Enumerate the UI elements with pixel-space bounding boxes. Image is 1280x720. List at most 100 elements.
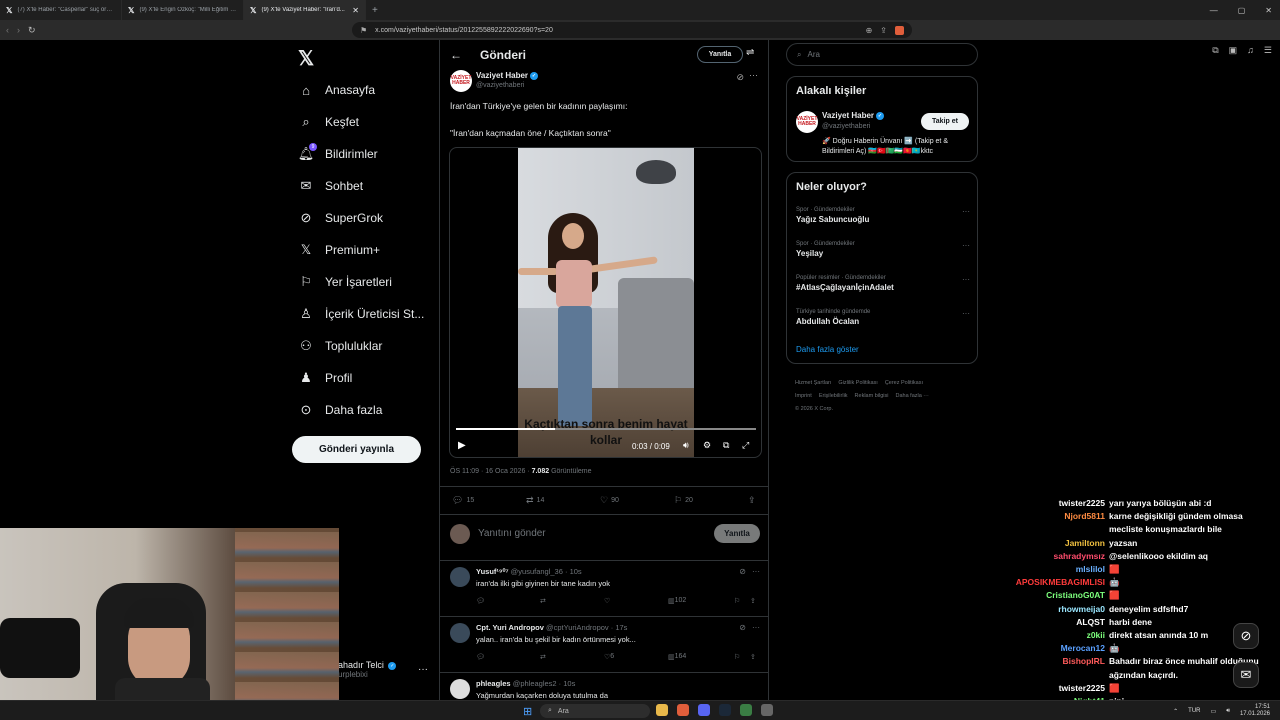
nav-item-home[interactable]: ⌂ Anasayfa — [298, 78, 375, 102]
nav-item-more[interactable]: ⊙ Daha fazla — [298, 398, 383, 422]
share-icon[interactable]: ⇪ — [750, 597, 756, 605]
nav-item-chat[interactable]: ✉ Sohbet — [298, 174, 364, 198]
author-handle[interactable]: @vaziyethaberi — [476, 82, 524, 89]
share-icon[interactable]: ⇪ — [880, 26, 887, 35]
bookmark-icon[interactable]: ⚐ — [734, 653, 740, 661]
settings-icon[interactable]: ⚙ — [703, 440, 711, 451]
bookmark-page-icon[interactable]: ⚑ — [360, 26, 367, 35]
obs-icon[interactable] — [761, 704, 773, 716]
discord-icon[interactable] — [698, 704, 710, 716]
steam-icon[interactable] — [719, 704, 731, 716]
footer-link[interactable]: Hizmet Şartları — [795, 380, 831, 386]
views-button[interactable]: ▥ 164 — [668, 653, 686, 661]
nav-item-bookmarks[interactable]: ⚐ Yer İşaretleri — [298, 270, 392, 294]
chat-username[interactable]: sahradymsız — [1054, 551, 1106, 561]
repost-icon[interactable]: ⇄ — [540, 653, 546, 661]
reply-filter-button[interactable]: Yanıtla — [697, 46, 743, 63]
repost-button[interactable]: ⇄ 14 — [526, 495, 544, 506]
footer-link[interactable]: Reklam bilgisi — [855, 393, 889, 399]
more-icon[interactable]: ··· — [962, 309, 970, 318]
volume-icon[interactable]: 🔊︎ — [683, 440, 689, 451]
reply-submit-button[interactable]: Yanıtla — [714, 524, 760, 543]
close-window-icon[interactable]: ✕ — [1265, 6, 1272, 15]
avatar[interactable]: VAZİYET HABER — [796, 111, 818, 133]
chat-username[interactable]: BishopIRL — [1063, 656, 1106, 666]
related-handle[interactable]: @vaziyethaberi — [822, 123, 870, 130]
more-icon[interactable]: ··· — [962, 241, 970, 250]
windows-start-icon[interactable]: ⊞ — [523, 705, 532, 718]
grok-icon[interactable]: ⊘ — [736, 72, 744, 83]
nav-item-premium[interactable]: 𝕏 Premium+ — [298, 238, 380, 262]
reply-button[interactable]: 💬︎ 15 — [452, 495, 474, 506]
chat-username[interactable]: rhowmeija0 — [1058, 604, 1105, 614]
reply-item[interactable]: Yusuf¹⁹⁰⁷ @yusufangl_36 · 10s iran'da il… — [440, 561, 768, 617]
tray-expand-icon[interactable]: ⌃ — [1173, 708, 1178, 715]
chat-username[interactable]: Jamiltonn — [1065, 538, 1105, 548]
avatar[interactable]: VAZİYET HABER — [450, 70, 472, 92]
reply-icon[interactable]: 💬︎ — [476, 653, 485, 661]
trend-item[interactable]: Spor · Gündemdekiler Yeşilay ··· — [796, 241, 970, 258]
more-icon[interactable]: ··· — [962, 207, 970, 216]
browser-tab[interactable]: 𝕏 (7) X'te Haber: "Casperlar" suç örgüt..… — [0, 0, 122, 20]
sliders-icon[interactable]: ⇌ — [746, 47, 754, 58]
reply-icon[interactable]: 💬︎ — [476, 597, 485, 605]
reply-item[interactable]: Cpt. Yuri Andropov @cptYuriAndropov · 17… — [440, 617, 768, 673]
more-icon[interactable]: ··· — [749, 70, 758, 80]
messages-float-icon[interactable]: ✉ — [1233, 662, 1259, 688]
grok-icon[interactable]: ⊘ — [739, 623, 746, 632]
play-icon[interactable]: ▶ — [458, 440, 466, 451]
like-button[interactable]: ♡ 6 — [604, 653, 614, 661]
more-icon[interactable]: ··· — [962, 275, 970, 284]
footer-link[interactable]: Imprint — [795, 393, 812, 399]
nav-item-communities[interactable]: ⚇ Topluluklar — [298, 334, 382, 358]
grok-float-icon[interactable]: ⊘ — [1233, 623, 1259, 649]
reply-author-name[interactable]: Yusuf¹⁹⁰⁷ — [476, 567, 509, 576]
chat-username[interactable]: APOSIKMEBAGIMLISI — [1016, 577, 1105, 587]
footer-link[interactable]: Erişilebilirlik — [819, 393, 848, 399]
reply-item[interactable]: phleagles @phleagles2 · 10s Yağmurdan ka… — [440, 673, 768, 700]
account-more-icon[interactable]: ··· — [418, 664, 428, 675]
language-indicator[interactable]: TUR — [1188, 708, 1200, 714]
trend-item[interactable]: Türkiye tarihinde gündemde Abdullah Öcala… — [796, 309, 970, 326]
media-icon[interactable]: ♫ — [1247, 45, 1254, 55]
chat-username[interactable]: CristianoG0AT — [1046, 590, 1105, 600]
tweet-timestamp[interactable]: ÖS 11:09 · 16 Oca 2026 · — [450, 468, 532, 475]
video-progress-bar[interactable] — [456, 428, 756, 430]
follow-button[interactable]: Takip et — [921, 113, 969, 130]
network-icon[interactable]: ▭ — [1211, 708, 1217, 715]
search-input[interactable]: ⌕ Ara — [786, 43, 978, 66]
reload-icon[interactable]: ↻ — [28, 25, 36, 36]
footer-link[interactable]: Daha fazla ··· — [895, 393, 928, 399]
zoom-icon[interactable]: ⊕ — [866, 26, 873, 35]
browser-tab-active[interactable]: 𝕏 (9) X'te Vaziyet Haber: "İran'd... ✕ — [244, 0, 366, 20]
taskbar-search[interactable]: ⌕ Ara — [540, 704, 650, 718]
pip-icon[interactable]: ⧉ — [723, 440, 729, 451]
nav-item-supergrok[interactable]: ⊘ SuperGrok — [298, 206, 383, 230]
chat-username[interactable]: twister2225 — [1059, 498, 1105, 508]
url-field[interactable]: ⚑ x.com/vaziyethaberi/status/20122558922… — [352, 22, 912, 38]
nav-item-explore[interactable]: ⌕ Keşfet — [298, 110, 359, 134]
bookmark-icon[interactable]: ⚐ — [734, 597, 740, 605]
views-button[interactable]: ▥ 102 — [668, 597, 686, 605]
menu-icon[interactable]: ☰ — [1264, 45, 1272, 56]
file-explorer-icon[interactable] — [656, 704, 668, 716]
share-button[interactable]: ⇪ — [748, 495, 756, 506]
maximize-icon[interactable]: ▢ — [1238, 6, 1246, 15]
author-name[interactable]: Vaziyet Haber ✓ — [476, 71, 539, 80]
trend-item[interactable]: Popüler resimler · Gündemdekiler #AtlasÇa… — [796, 275, 970, 292]
share-icon[interactable]: ⇪ — [750, 653, 756, 661]
chat-username[interactable]: z0kii — [1087, 630, 1105, 640]
brave-shield-icon[interactable] — [895, 25, 904, 35]
heart-icon[interactable]: ♡ — [604, 597, 610, 605]
chat-username[interactable]: twister2225 — [1059, 683, 1105, 693]
video-player[interactable]: Kaçtıktan sonra benim hayat kollar ▶ 0:0… — [449, 147, 762, 458]
related-name[interactable]: Vaziyet Haber ✓ — [822, 111, 885, 120]
back-arrow-icon[interactable]: ← — [450, 48, 462, 62]
reply-author-handle[interactable]: @phleagles2 · 10s — [513, 679, 576, 688]
footer-link[interactable]: Çerez Politikası — [885, 380, 923, 386]
show-more-link[interactable]: Daha fazla göster — [796, 345, 859, 354]
volume-icon[interactable]: 🔊︎ — [1226, 708, 1230, 715]
reply-input[interactable]: Yanıtını gönder — [478, 528, 546, 539]
fullscreen-icon[interactable]: ⤢ — [742, 440, 749, 451]
wallet-icon[interactable]: ▣ — [1229, 45, 1238, 56]
